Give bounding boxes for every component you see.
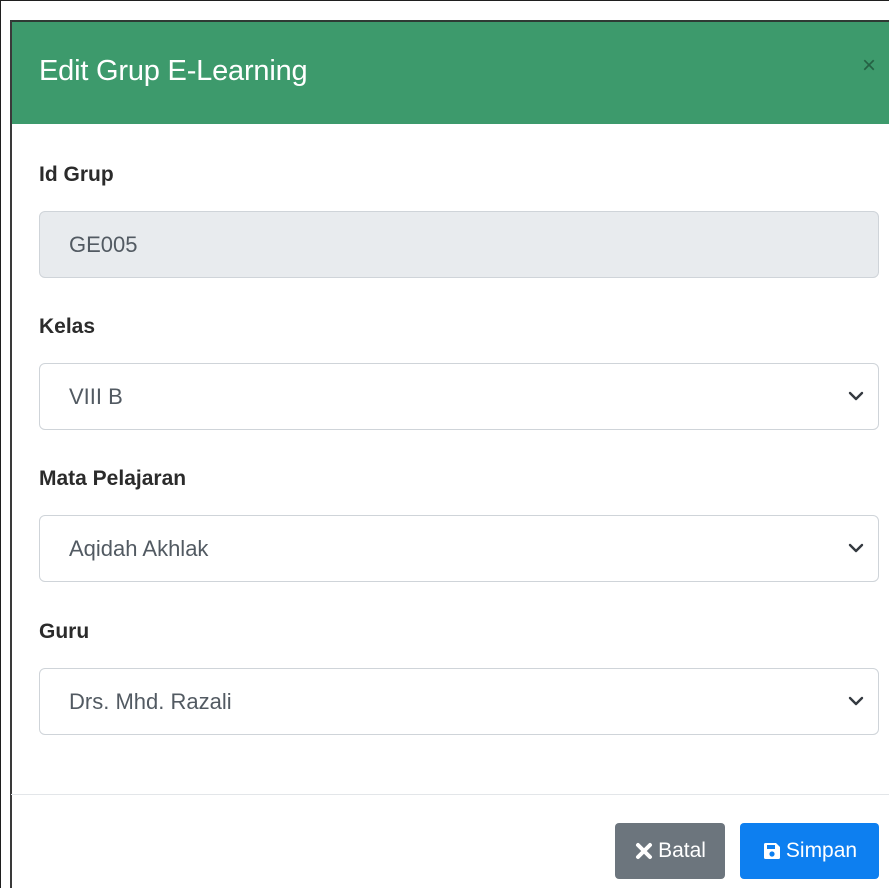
mata-pelajaran-select[interactable]: Aqidah Akhlak [39,515,879,582]
guru-selected-value: Drs. Mhd. Razali [69,689,232,714]
id-grup-input: GE005 [39,211,879,278]
save-button[interactable]: Simpan [740,823,879,879]
modal-header: Edit Grup E-Learning × [11,21,889,124]
times-icon [636,843,653,859]
modal-top-border [10,20,889,22]
mata-pelajaran-label: Mata Pelajaran [39,467,187,490]
modal-title: Edit Grup E-Learning [39,55,308,87]
modal-left-border [10,21,12,888]
kelas-label: Kelas [39,315,96,338]
cancel-button[interactable]: Batal [615,823,725,879]
footer-divider [11,794,889,795]
close-button[interactable]: × [858,53,880,79]
mata-pelajaran-selected-value: Aqidah Akhlak [69,536,209,561]
id-grup-label: Id Grup [39,163,114,186]
chevron-down-icon [848,543,864,553]
floppy-disk-icon [763,843,780,859]
cancel-button-label: Batal [658,839,706,862]
guru-select[interactable]: Drs. Mhd. Razali [39,668,879,735]
kelas-selected-value: VIII B [69,384,123,409]
save-button-label: Simpan [785,839,858,862]
close-icon: × [861,52,876,79]
edit-group-modal: Edit Grup E-Learning × Id Grup GE005 Kel… [0,0,889,888]
kelas-select[interactable]: VIII B [39,363,879,430]
chevron-down-icon [848,696,864,706]
chevron-down-icon [848,391,864,401]
id-grup-value: GE005 [69,232,138,257]
guru-label: Guru [39,620,90,643]
